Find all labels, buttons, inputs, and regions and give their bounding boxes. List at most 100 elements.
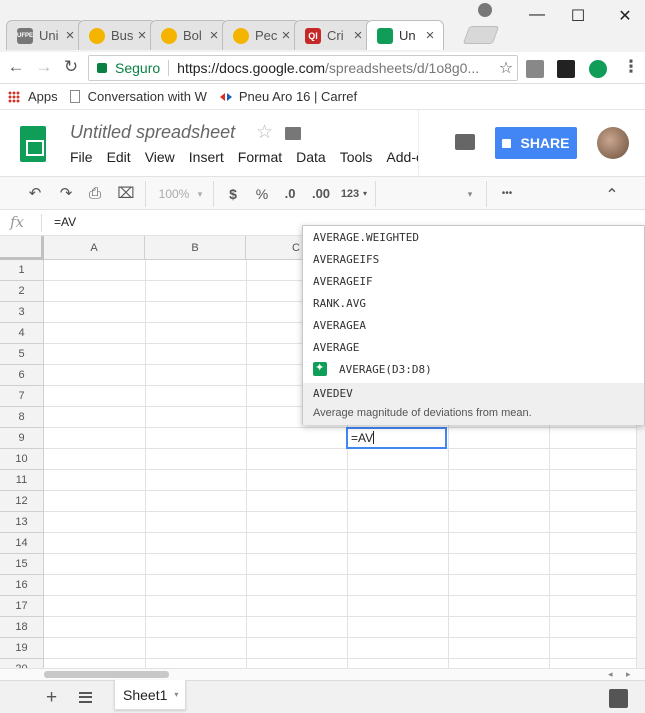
sheets-logo-icon[interactable] [20, 126, 46, 162]
sheet-tab-sheet1[interactable]: Sheet1 ▾ [114, 680, 186, 710]
scroll-right-icon[interactable]: ▸ [626, 669, 631, 680]
close-tab-icon[interactable]: × [135, 27, 149, 44]
minimize-button[interactable]: — [527, 6, 547, 24]
menu-edit[interactable]: Edit [107, 149, 131, 165]
document-title[interactable]: Untitled spreadsheet [70, 122, 235, 143]
menu-format[interactable]: Format [238, 149, 282, 165]
percent-format-button[interactable]: % [253, 184, 271, 204]
add-sheet-button[interactable]: + [46, 687, 57, 709]
avatar[interactable] [597, 127, 629, 159]
back-icon[interactable]: ← [6, 57, 26, 77]
autocomplete-item[interactable]: AVERAGEIF [313, 273, 373, 291]
zoom-select[interactable]: 100% [156, 184, 192, 204]
scroll-left-icon[interactable]: ◂ [608, 669, 613, 680]
menu-tools[interactable]: Tools [340, 149, 373, 165]
close-tab-icon[interactable]: × [207, 27, 221, 44]
browser-tab-active[interactable]: Un × [366, 20, 444, 50]
autocomplete-item[interactable]: AVERAGEA [313, 317, 366, 335]
forward-icon[interactable]: → [34, 57, 54, 77]
row-header-2[interactable]: 2 [0, 281, 44, 302]
row-header-14[interactable]: 14 [0, 533, 44, 554]
autocomplete-item[interactable]: AVERAGEIFS [313, 251, 379, 269]
row-header-6[interactable]: 6 [0, 365, 44, 386]
row-header-3[interactable]: 3 [0, 302, 44, 323]
reload-icon[interactable]: ↻ [61, 57, 81, 77]
row-header-12[interactable]: 12 [0, 491, 44, 512]
autocomplete-item[interactable]: RANK.AVG [313, 295, 366, 313]
row-header-8[interactable]: 8 [0, 407, 44, 428]
url-text[interactable]: https://docs.google.com/spreadsheets/d/1… [177, 60, 495, 76]
explore-icon[interactable] [609, 689, 628, 708]
autocomplete-item[interactable]: AVERAGE [313, 339, 359, 357]
address-bar[interactable]: Seguro https://docs.google.com/spreadshe… [88, 55, 518, 81]
print-icon[interactable]: ⎙ [84, 184, 106, 204]
new-tab-button[interactable] [462, 26, 500, 44]
extension-badge-icon[interactable] [589, 60, 607, 78]
increase-decimal-button[interactable]: .00 [309, 184, 333, 204]
maximize-button[interactable]: ☐ [568, 6, 588, 26]
profile-icon[interactable] [478, 3, 492, 17]
more-formats-button[interactable]: 123 [339, 184, 361, 204]
folder-icon[interactable] [285, 127, 301, 140]
browser-tab-5[interactable]: QI Cri × [294, 20, 372, 50]
row-header-4[interactable]: 4 [0, 323, 44, 344]
browser-tab-4[interactable]: Pec × [222, 20, 300, 50]
redo-icon[interactable]: ↷ [55, 184, 77, 204]
zoom-dropdown-icon[interactable]: ▾ [195, 184, 205, 204]
row-header-20[interactable]: 20 [0, 659, 44, 668]
close-tab-icon[interactable]: × [351, 27, 365, 44]
undo-icon[interactable]: ↶ [24, 184, 46, 204]
all-sheets-list-icon[interactable] [79, 692, 92, 703]
row-header-11[interactable]: 11 [0, 470, 44, 491]
autocomplete-item-selected[interactable]: AVEDEV Average magnitude of deviations f… [303, 383, 644, 425]
menu-data[interactable]: Data [296, 149, 326, 165]
select-all-corner[interactable] [0, 236, 44, 260]
bookmark-conversation[interactable]: Conversation with W [69, 89, 207, 104]
row-header-1[interactable]: 1 [0, 260, 44, 281]
row-header-18[interactable]: 18 [0, 617, 44, 638]
menu-file[interactable]: File [70, 149, 93, 165]
autocomplete-suggestion[interactable]: AVERAGE(D3:D8) [313, 361, 432, 376]
row-header-7[interactable]: 7 [0, 386, 44, 407]
font-dropdown-icon[interactable]: ▾ [465, 184, 475, 204]
extension-bag-icon[interactable] [526, 60, 544, 78]
chrome-menu-icon[interactable]: ⋮ [621, 57, 641, 77]
row-header-10[interactable]: 10 [0, 449, 44, 470]
collapse-menus-icon[interactable]: ⌃ [602, 186, 622, 206]
row-header-19[interactable]: 19 [0, 638, 44, 659]
row-header-9[interactable]: 9 [0, 428, 44, 449]
row-header-16[interactable]: 16 [0, 575, 44, 596]
menu-view[interactable]: View [145, 149, 175, 165]
column-header-a[interactable]: A [44, 236, 145, 260]
close-tab-icon[interactable]: × [63, 27, 77, 44]
close-tab-icon[interactable]: × [279, 27, 293, 44]
more-options-icon[interactable]: ••• [495, 184, 519, 204]
more-formats-dropdown-icon[interactable]: ▾ [361, 184, 369, 204]
scrollbar-thumb[interactable] [44, 671, 169, 678]
active-cell-editor[interactable]: =AV [346, 427, 447, 449]
close-window-button[interactable]: ✕ [615, 6, 635, 26]
browser-tab-2[interactable]: Bus × [78, 20, 156, 50]
paint-format-icon[interactable]: ⌧ [115, 184, 137, 204]
browser-tab-1[interactable]: UFPE Uni × [6, 20, 84, 50]
menu-insert[interactable]: Insert [189, 149, 224, 165]
bookmark-apps[interactable]: Apps [8, 89, 58, 104]
formula-input[interactable]: =AV [54, 215, 76, 229]
bookmark-star-icon[interactable]: ☆ [495, 58, 517, 78]
decrease-decimal-button[interactable]: .0 [280, 184, 300, 204]
column-header-b[interactable]: B [145, 236, 246, 260]
row-header-15[interactable]: 15 [0, 554, 44, 575]
currency-format-button[interactable]: $ [225, 184, 241, 204]
row-header-5[interactable]: 5 [0, 344, 44, 365]
bookmark-carrefour[interactable]: Pneu Aro 16 | Carref [219, 89, 357, 104]
browser-tab-3[interactable]: Bol × [150, 20, 228, 50]
sheet-tab-dropdown-icon[interactable]: ▾ [174, 690, 178, 699]
autocomplete-item[interactable]: AVERAGE.WEIGHTED [313, 229, 419, 247]
share-button[interactable]: SHARE [495, 127, 577, 159]
comments-icon[interactable] [455, 134, 475, 150]
row-header-17[interactable]: 17 [0, 596, 44, 617]
row-header-13[interactable]: 13 [0, 512, 44, 533]
star-icon[interactable]: ☆ [256, 121, 273, 144]
amazon-extension-icon[interactable] [557, 60, 575, 78]
horizontal-scrollbar[interactable]: ◂ ▸ [0, 668, 645, 680]
